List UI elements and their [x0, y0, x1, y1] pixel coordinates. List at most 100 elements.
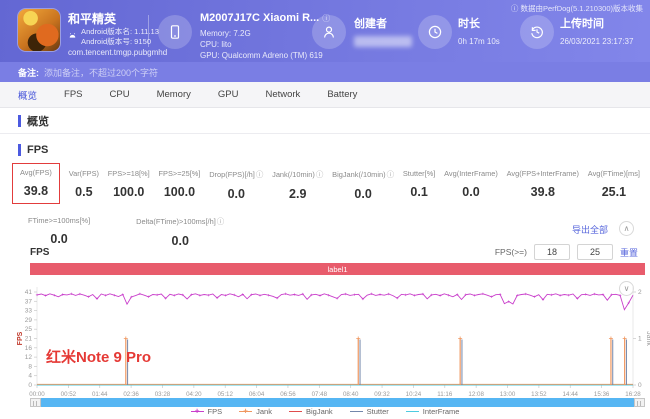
svg-text:12:08: 12:08 — [468, 391, 484, 398]
reset-link[interactable]: 重置 — [620, 246, 638, 259]
stat-BigJank(/10min): BigJank(/10min)ⓘ0.0 — [332, 165, 394, 201]
creator-label: 创建者 — [354, 15, 387, 31]
svg-text:29: 29 — [25, 317, 33, 324]
svg-text:02:36: 02:36 — [123, 391, 139, 398]
stat-Delta(FTime)>100ms[/h]: Delta(FTime)>100ms[/h]ⓘ0.0 — [136, 212, 224, 248]
remark-hint: 添加备注，不超过200个字符 — [44, 66, 158, 79]
tab-CPU[interactable]: CPU — [110, 89, 130, 100]
game-title: 和平精英 — [68, 10, 116, 27]
report-header: 和平精英 Android版本名: 1.11.13 Android版本号: 915… — [0, 0, 650, 62]
phone-icon — [158, 15, 192, 49]
svg-text:11:16: 11:16 — [437, 391, 453, 398]
collapse-all-button[interactable]: ∧ — [619, 221, 634, 236]
chart-legend: + FPS +Jank BigJank Stutter InterFrame — [0, 407, 650, 416]
tab-FPS[interactable]: FPS — [64, 89, 82, 100]
fps-chart[interactable]: 413733292521161284021000:0000:5201:4402:… — [0, 278, 650, 398]
threshold-high-input[interactable] — [577, 244, 613, 260]
svg-text:10:24: 10:24 — [406, 391, 422, 398]
stat-FPS>=25[%]: FPS>=25[%]100.0 — [159, 165, 201, 199]
svg-text:16:28: 16:28 — [625, 391, 641, 398]
info-icon[interactable]: ⓘ — [316, 169, 324, 180]
svg-text:8: 8 — [28, 363, 32, 370]
device-model: M2007J17C Xiaomi R...ⓘ — [200, 12, 330, 24]
legend-marker-icon — [406, 411, 419, 413]
legend-Jank[interactable]: +Jank — [239, 407, 272, 416]
threshold-low-input[interactable] — [534, 244, 570, 260]
upload-time-icon — [520, 15, 554, 49]
section-accent — [18, 115, 21, 127]
svg-text:00:00: 00:00 — [29, 391, 45, 398]
export-all-link[interactable]: 导出全部 — [572, 223, 608, 236]
chart-scrollbar[interactable] — [30, 398, 645, 407]
stat-Avg(InterFrame): Avg(InterFrame)0.0 — [444, 165, 498, 199]
creator-name-blurred — [354, 36, 412, 47]
chart-annotation: 红米Note 9 Pro — [46, 348, 151, 366]
svg-text:25: 25 — [25, 326, 33, 333]
remark-bar[interactable]: 备注: 添加备注，不超过200个字符 — [0, 62, 650, 82]
svg-text:37: 37 — [25, 298, 33, 305]
section-accent — [18, 144, 21, 156]
duration-icon — [418, 15, 452, 49]
android-icon — [68, 28, 77, 46]
device-cpu: CPU: lito — [200, 39, 232, 50]
overview-title: 概览 — [27, 113, 49, 129]
tab-bar: 概览 FPS CPU Memory GPU Network Battery — [0, 82, 650, 108]
remark-label: 备注: — [18, 66, 39, 79]
svg-text:03:28: 03:28 — [155, 391, 171, 398]
stat-FTime>=100ms[%]: FTime>=100ms[%]0.0 — [28, 212, 90, 248]
svg-text:1: 1 — [638, 336, 642, 343]
svg-text:0: 0 — [28, 382, 32, 389]
svg-text:15:36: 15:36 — [594, 391, 610, 398]
svg-text:13:52: 13:52 — [531, 391, 547, 398]
info-icon[interactable]: ⓘ — [387, 169, 395, 180]
chart-title: FPS — [30, 247, 49, 258]
package-name: com.tencent.tmgp.pubgmhd — [68, 48, 167, 57]
svg-text:41: 41 — [25, 289, 33, 296]
legend-FPS[interactable]: + FPS — [191, 407, 223, 416]
svg-text:21: 21 — [25, 336, 33, 343]
legend-label: Stutter — [367, 407, 389, 416]
game-app-icon — [18, 9, 60, 51]
scene-label: label1 — [327, 265, 347, 274]
svg-text:08:40: 08:40 — [343, 391, 359, 398]
scrollbar-left-handle[interactable] — [30, 398, 41, 407]
legend-label: Jank — [256, 407, 272, 416]
legend-BigJank[interactable]: BigJank — [289, 407, 333, 416]
legend-label: FPS — [208, 407, 223, 416]
svg-text:09:32: 09:32 — [374, 391, 390, 398]
svg-text:Jank: Jank — [645, 331, 650, 346]
device-gpu: GPU: Qualcomm Adreno (TM) 619 — [200, 50, 323, 61]
perfdog-report-page: 和平精英 Android版本名: 1.11.13 Android版本号: 915… — [0, 0, 650, 419]
legend-label: BigJank — [306, 407, 333, 416]
tab-Memory[interactable]: Memory — [157, 89, 191, 100]
legend-Stutter[interactable]: Stutter — [350, 407, 389, 416]
overview-section-head: 概览 导出全部 ∧ — [0, 108, 650, 133]
stat-Avg(FTime)[ms]: Avg(FTime)[ms]25.1 — [588, 165, 640, 199]
tab-GPU[interactable]: GPU — [218, 89, 239, 100]
info-icon[interactable]: ⓘ — [256, 169, 264, 180]
fps-stats-row1: Avg(FPS)39.8Var(FPS)0.5FPS>=18[%]100.0FP… — [20, 165, 640, 204]
svg-text:06:56: 06:56 — [280, 391, 296, 398]
svg-text:16: 16 — [25, 345, 33, 352]
duration-label: 时长 — [458, 15, 480, 31]
stat-Jank(/10min): Jank(/10min)ⓘ2.9 — [272, 165, 323, 201]
tab-Battery[interactable]: Battery — [327, 89, 357, 100]
legend-InterFrame[interactable]: InterFrame — [406, 407, 460, 416]
svg-text:14:44: 14:44 — [563, 391, 579, 398]
tab-概览[interactable]: 概览 — [18, 88, 37, 102]
tab-Network[interactable]: Network — [265, 89, 300, 100]
legend-marker-icon — [350, 411, 363, 413]
scrollbar-right-handle[interactable] — [634, 398, 645, 407]
legend-label: InterFrame — [423, 407, 460, 416]
stat-Stutter[%]: Stutter[%]0.1 — [403, 165, 435, 199]
legend-marker-icon: + — [191, 411, 204, 413]
upload-time-label: 上传时间 — [560, 15, 604, 31]
svg-text:0: 0 — [638, 382, 642, 389]
svg-text:01:44: 01:44 — [92, 391, 108, 398]
svg-text:07:48: 07:48 — [312, 391, 328, 398]
collector-version-note: ⓘ 数据由PerfDog(5.1.210300)版本收集 — [511, 3, 643, 14]
info-icon[interactable]: ⓘ — [217, 216, 225, 227]
header-divider — [148, 15, 149, 47]
stat-Drop(FPS)[/h]: Drop(FPS)[/h]ⓘ0.0 — [209, 165, 263, 201]
device-memory: Memory: 7.2G — [200, 28, 251, 39]
